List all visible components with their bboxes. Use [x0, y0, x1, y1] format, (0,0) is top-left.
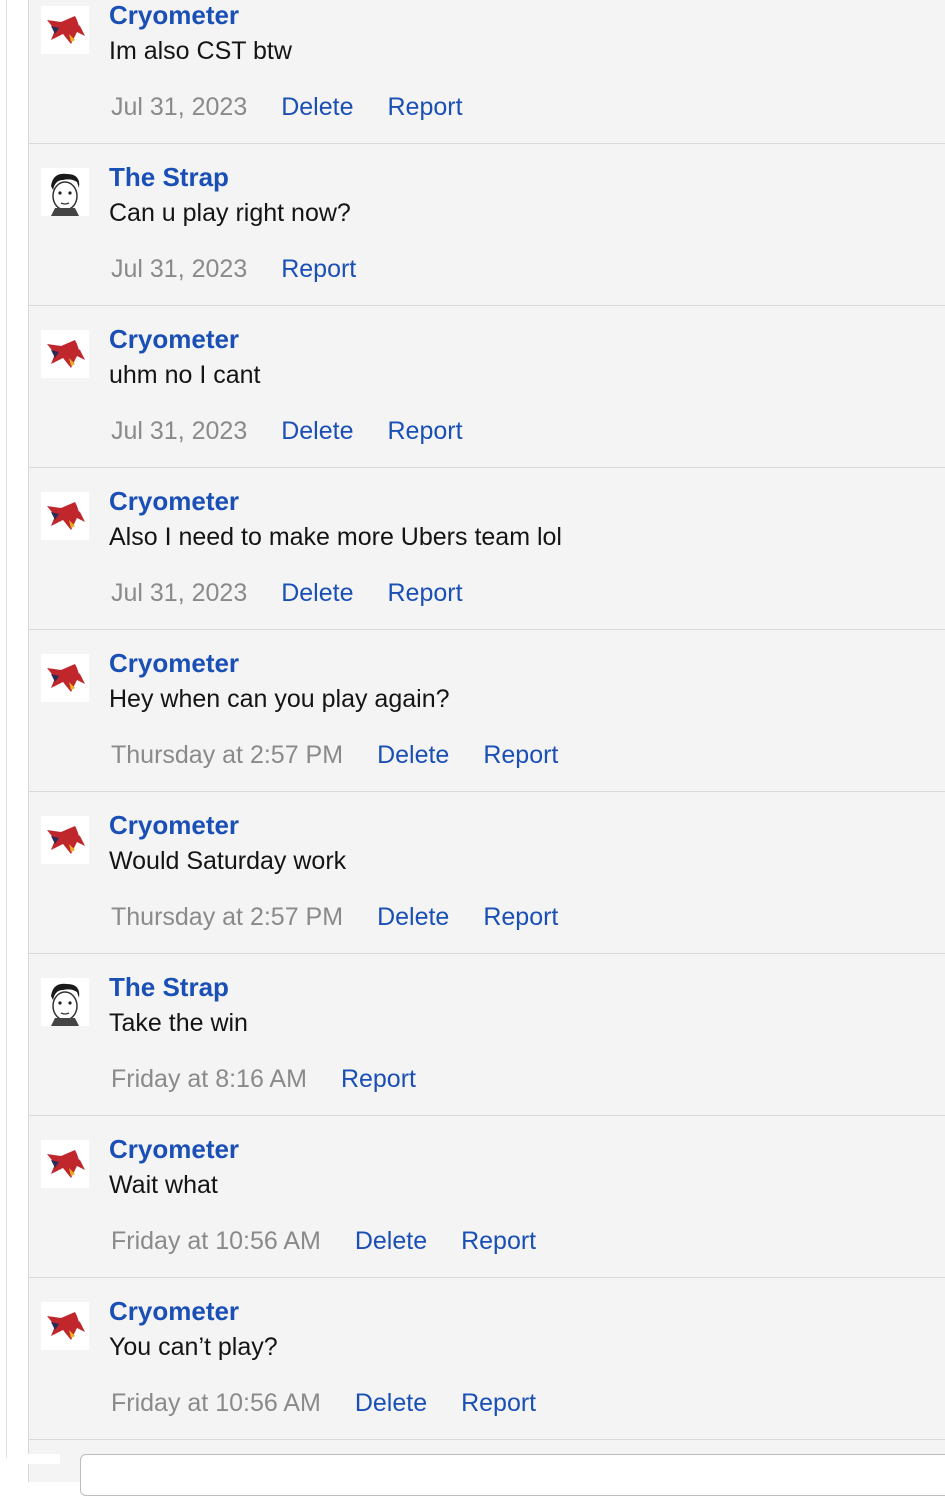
report-button[interactable]: Report [483, 740, 558, 770]
avatar[interactable] [41, 168, 89, 216]
username-link[interactable]: Cryometer [109, 324, 239, 354]
username-link[interactable]: Cryometer [109, 648, 239, 678]
message-meta: Jul 31, 2023 Report [111, 254, 390, 284]
report-button[interactable]: Report [387, 416, 462, 446]
avatar[interactable] [41, 330, 89, 378]
message-item: Cryometer Hey when can you play again? T… [29, 630, 945, 792]
message-timestamp[interactable]: Thursday at 2:57 PM [111, 740, 343, 770]
message-timestamp[interactable]: Jul 31, 2023 [111, 416, 247, 446]
red-bird-avatar-icon [41, 654, 89, 702]
message-text: You can’t play? [109, 1333, 278, 1361]
message-text: uhm no I cant [109, 361, 261, 389]
red-bird-avatar-icon [41, 1140, 89, 1188]
avatar[interactable] [41, 1140, 89, 1188]
avatar[interactable] [41, 816, 89, 864]
message-item: The Strap Take the win Friday at 8:16 AM… [29, 954, 945, 1116]
message-item: The Strap Can u play right now? Jul 31, … [29, 144, 945, 306]
message-timestamp[interactable]: Jul 31, 2023 [111, 578, 247, 608]
username-link[interactable]: Cryometer [109, 810, 239, 840]
sketch-face-avatar-icon [41, 978, 89, 1026]
avatar[interactable] [41, 1302, 89, 1350]
message-item: Cryometer Also I need to make more Ubers… [29, 468, 945, 630]
message-meta: Friday at 10:56 AM Delete Report [111, 1226, 570, 1256]
message-item: Cryometer uhm no I cant Jul 31, 2023 Del… [29, 306, 945, 468]
message-item: Cryometer Would Saturday work Thursday a… [29, 792, 945, 954]
username-link[interactable]: Cryometer [109, 0, 239, 30]
message-timestamp[interactable]: Friday at 10:56 AM [111, 1226, 321, 1256]
delete-button[interactable]: Delete [355, 1388, 427, 1418]
username-link[interactable]: The Strap [109, 162, 229, 192]
report-button[interactable]: Report [341, 1064, 416, 1094]
message-timestamp[interactable]: Thursday at 2:57 PM [111, 902, 343, 932]
message-text: Can u play right now? [109, 199, 351, 227]
delete-button[interactable]: Delete [355, 1226, 427, 1256]
report-button[interactable]: Report [461, 1226, 536, 1256]
message-text: Take the win [109, 1009, 248, 1037]
message-text: Also I need to make more Ubers team lol [109, 523, 562, 551]
reply-input[interactable] [80, 1454, 945, 1496]
message-meta: Friday at 10:56 AM Delete Report [111, 1388, 570, 1418]
message-text: Wait what [109, 1171, 218, 1199]
message-timestamp[interactable]: Friday at 10:56 AM [111, 1388, 321, 1418]
message-text: Im also CST btw [109, 37, 292, 65]
delete-button[interactable]: Delete [377, 740, 449, 770]
sketch-face-avatar-icon [41, 168, 89, 216]
username-link[interactable]: The Strap [109, 972, 229, 1002]
message-timestamp[interactable]: Friday at 8:16 AM [111, 1064, 307, 1094]
red-bird-avatar-icon [41, 816, 89, 864]
red-bird-avatar-icon [41, 6, 89, 54]
red-bird-avatar-icon [41, 492, 89, 540]
report-button[interactable]: Report [281, 254, 356, 284]
delete-button[interactable]: Delete [377, 902, 449, 932]
reply-avatar [12, 1454, 60, 1464]
red-bird-avatar-icon [41, 1302, 89, 1350]
message-item: Cryometer Im also CST btw Jul 31, 2023 D… [29, 0, 945, 144]
message-text: Hey when can you play again? [109, 685, 450, 713]
avatar[interactable] [41, 978, 89, 1026]
report-button[interactable]: Report [461, 1388, 536, 1418]
delete-button[interactable]: Delete [281, 578, 353, 608]
username-link[interactable]: Cryometer [109, 486, 239, 516]
message-meta: Jul 31, 2023 Delete Report [111, 416, 497, 446]
message-item: Cryometer Wait what Friday at 10:56 AM D… [29, 1116, 945, 1278]
message-meta: Friday at 8:16 AM Report [111, 1064, 450, 1094]
message-text: Would Saturday work [109, 847, 347, 875]
message-meta: Jul 31, 2023 Delete Report [111, 92, 497, 122]
message-thread[interactable]: Cryometer Im also CST btw Jul 31, 2023 D… [28, 0, 945, 1482]
username-link[interactable]: Cryometer [109, 1134, 239, 1164]
delete-button[interactable]: Delete [281, 92, 353, 122]
report-button[interactable]: Report [483, 902, 558, 932]
message-meta: Thursday at 2:57 PM Delete Report [111, 902, 592, 932]
avatar[interactable] [41, 492, 89, 540]
message-timestamp[interactable]: Jul 31, 2023 [111, 254, 247, 284]
message-timestamp[interactable]: Jul 31, 2023 [111, 92, 247, 122]
report-button[interactable]: Report [387, 92, 462, 122]
red-bird-avatar-icon [41, 330, 89, 378]
message-meta: Thursday at 2:57 PM Delete Report [111, 740, 592, 770]
username-link[interactable]: Cryometer [109, 1296, 239, 1326]
message-item: Cryometer You can’t play? Friday at 10:5… [29, 1278, 945, 1440]
page-edge-divider [6, 0, 7, 1458]
conversation-page: Cryometer Im also CST btw Jul 31, 2023 D… [0, 0, 945, 1496]
avatar[interactable] [41, 6, 89, 54]
avatar[interactable] [41, 654, 89, 702]
report-button[interactable]: Report [387, 578, 462, 608]
message-meta: Jul 31, 2023 Delete Report [111, 578, 497, 608]
delete-button[interactable]: Delete [281, 416, 353, 446]
